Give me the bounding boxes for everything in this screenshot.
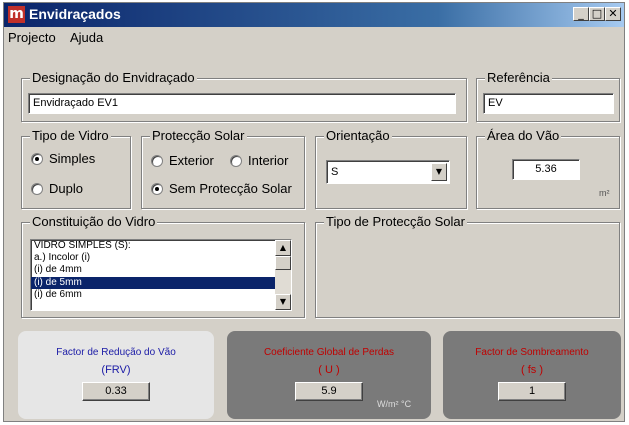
frv-symbol: (FRV): [101, 364, 131, 376]
scroll-up-icon[interactable]: ▲: [275, 240, 291, 256]
area-vao-group: Área do Vão 5.36 m²: [476, 128, 620, 209]
radio-icon: [230, 155, 242, 167]
scroll-down-icon[interactable]: ▼: [275, 294, 291, 310]
app-logo-icon: m: [8, 6, 25, 23]
tipo-vidro-group: Tipo de Vidro Simples Duplo: [21, 128, 131, 209]
envidracados-window: m Envidraçados _ □ ✕ Projecto Ajuda Desi…: [3, 2, 625, 422]
list-scrollbar[interactable]: ▲ ▼: [275, 240, 291, 310]
u-title: Coeficiente Global de Perdas: [263, 347, 395, 358]
radio-simples[interactable]: Simples: [31, 151, 95, 166]
radio-icon: [151, 155, 163, 167]
frv-title: Factor de Redução do Vão: [56, 347, 176, 358]
scroll-thumb[interactable]: [275, 256, 291, 270]
menu-ajuda[interactable]: Ajuda: [70, 30, 103, 45]
area-unit: m²: [599, 188, 610, 198]
designacao-label: Designação do Envidraçado: [30, 70, 197, 86]
frv-value: 0.33: [82, 382, 150, 401]
window-title: Envidraçados: [29, 6, 121, 22]
radio-selected-icon: [31, 153, 43, 165]
orientacao-select[interactable]: S ▼: [326, 160, 450, 184]
menu-bar: Projecto Ajuda: [4, 27, 624, 49]
area-vao-label: Área do Vão: [485, 128, 562, 144]
fs-value: 1: [498, 382, 566, 401]
area-vao-input[interactable]: 5.36: [512, 159, 580, 180]
referencia-input[interactable]: EV: [483, 93, 614, 114]
list-item[interactable]: (i) de 4mm: [31, 264, 291, 276]
fs-symbol: ( fs ): [521, 364, 543, 376]
radio-interior[interactable]: Interior: [230, 153, 288, 168]
u-panel: Coeficiente Global de Perdas ( U ) 5.9 W…: [227, 331, 431, 419]
radio-duplo[interactable]: Duplo: [31, 181, 83, 196]
proteccao-solar-label: Protecção Solar: [150, 128, 247, 144]
list-item[interactable]: VIDRO SIMPLES (S):: [31, 240, 291, 252]
constituicao-vidro-label: Constituição do Vidro: [30, 214, 158, 230]
u-symbol: ( U ): [318, 364, 340, 376]
list-item[interactable]: (i) de 6mm: [31, 289, 291, 301]
close-button[interactable]: ✕: [605, 7, 621, 21]
radio-sem-proteccao[interactable]: Sem Protecção Solar: [151, 181, 292, 196]
tipo-vidro-label: Tipo de Vidro: [30, 128, 111, 144]
title-bar[interactable]: m Envidraçados _ □ ✕: [4, 3, 624, 27]
list-item-selected[interactable]: (i) de 5mm: [31, 276, 291, 289]
minimize-button[interactable]: _: [573, 7, 589, 21]
designacao-input[interactable]: Envidraçado EV1: [28, 93, 456, 114]
orientacao-value: S: [331, 166, 339, 178]
u-value: 5.9: [295, 382, 363, 401]
dropdown-arrow-icon[interactable]: ▼: [431, 163, 447, 181]
constituicao-vidro-group: Constituição do Vidro VIDRO SIMPLES (S):…: [21, 214, 305, 318]
radio-selected-icon: [151, 183, 163, 195]
radio-exterior[interactable]: Exterior: [151, 153, 214, 168]
tipo-proteccao-solar-group: Tipo de Protecção Solar: [315, 214, 620, 318]
frv-panel: Factor de Redução do Vão (FRV) 0.33: [18, 331, 214, 419]
list-item[interactable]: a.) Incolor (i): [31, 252, 291, 264]
referencia-group: Referência EV: [476, 70, 620, 122]
constituicao-vidro-listbox[interactable]: VIDRO SIMPLES (S): a.) Incolor (i) (i) d…: [30, 239, 292, 311]
fs-panel: Factor de Sombreamento ( fs ) 1: [443, 331, 621, 419]
designacao-group: Designação do Envidraçado Envidraçado EV…: [21, 70, 467, 122]
menu-projecto[interactable]: Projecto: [8, 30, 56, 45]
tipo-proteccao-solar-label: Tipo de Protecção Solar: [324, 214, 467, 230]
proteccao-solar-group: Protecção Solar Exterior Interior Sem Pr…: [141, 128, 305, 209]
fs-title: Factor de Sombreamento: [475, 347, 589, 358]
radio-icon: [31, 183, 43, 195]
orientacao-group: Orientação S ▼: [315, 128, 467, 209]
u-unit: W/m² °C: [377, 399, 412, 409]
maximize-button[interactable]: □: [589, 7, 605, 21]
orientacao-label: Orientação: [324, 128, 392, 144]
referencia-label: Referência: [485, 70, 552, 86]
